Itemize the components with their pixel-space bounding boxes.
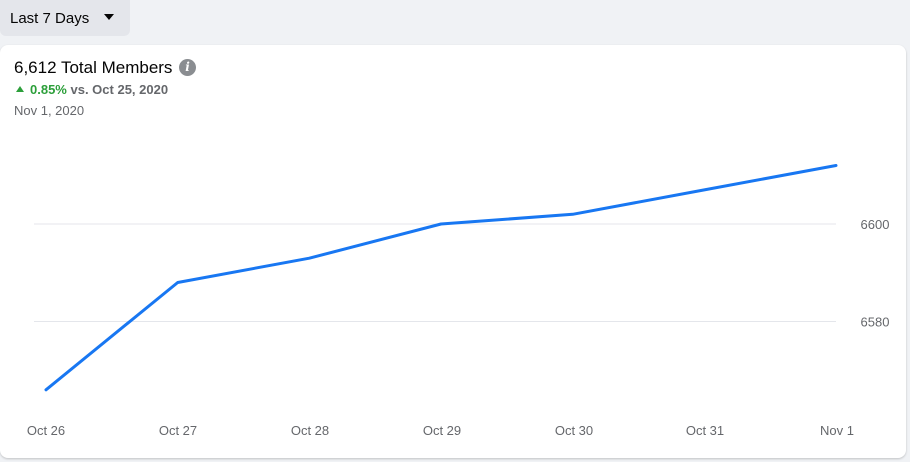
- y-tick-label: 6600: [861, 217, 890, 232]
- chevron-down-icon: [104, 14, 114, 20]
- series-line[interactable]: [44, 164, 838, 392]
- date-range-dropdown[interactable]: Last 7 Days: [0, 0, 130, 36]
- members-line-chart: 6580 6600 Oct 26 Oct 27 Oct 28 Oct 29 Oct 30 Oc…: [27, 164, 890, 438]
- date-range-label: Last 7 Days: [10, 9, 90, 27]
- x-tick-label: Nov 1: [820, 423, 854, 438]
- members-chart-card: 6,612 Total Members i 0.85% vs. Oct 25, …: [0, 45, 906, 458]
- x-tick-label: Oct 31: [686, 423, 724, 438]
- x-tick-label: Oct 28: [291, 423, 329, 438]
- y-tick-label: 6580: [861, 315, 890, 330]
- x-tick-label: Oct 30: [555, 423, 593, 438]
- x-tick-label: Oct 27: [159, 423, 197, 438]
- x-tick-label: Oct 26: [27, 423, 65, 438]
- x-tick-label: Oct 29: [423, 423, 461, 438]
